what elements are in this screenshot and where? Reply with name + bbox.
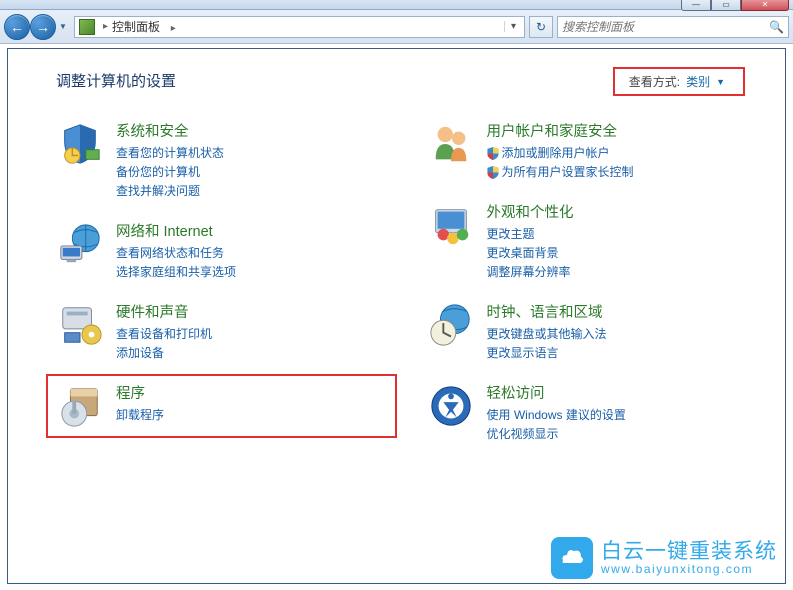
ease-of-access-icon <box>427 382 475 430</box>
breadcrumb-chevron-icon[interactable]: ▸ <box>99 21 112 32</box>
user-accounts-icon <box>427 120 475 168</box>
highlight-programs: 程序 卸载程序 <box>46 374 397 438</box>
hardware-icon <box>56 301 104 349</box>
category-clock-language: 时钟、语言和区域 更改键盘或其他输入法 更改显示语言 <box>427 301 758 362</box>
uac-shield-icon <box>487 147 499 160</box>
watermark-title: 白云一键重装系统 <box>601 540 777 563</box>
category-title[interactable]: 时钟、语言和区域 <box>487 301 607 322</box>
watermark-logo-icon <box>551 537 593 579</box>
navigation-bar: ← → ▼ ▸ 控制面板 ▸ ▾ ↻ 🔍 <box>0 10 793 44</box>
category-link[interactable]: 查看您的计算机状态 <box>116 144 224 162</box>
refresh-button[interactable]: ↻ <box>529 16 553 38</box>
category-title[interactable]: 网络和 Internet <box>116 220 236 241</box>
category-link[interactable]: 添加设备 <box>116 344 212 362</box>
back-button[interactable]: ← <box>4 14 30 40</box>
window-controls: — ▭ ✕ <box>681 0 789 11</box>
category-link[interactable]: 查找并解决问题 <box>116 182 224 200</box>
category-ease-of-access: 轻松访问 使用 Windows 建议的设置 优化视频显示 <box>427 382 758 443</box>
maximize-button[interactable]: ▭ <box>711 0 741 11</box>
category-appearance: 外观和个性化 更改主题 更改桌面背景 调整屏幕分辨率 <box>427 201 758 281</box>
chevron-down-icon: ▼ <box>716 77 725 87</box>
category-user-accounts: 用户帐户和家庭安全 添加或删除用户帐户 为所有用户设置家长控制 <box>427 120 758 181</box>
category-title[interactable]: 轻松访问 <box>487 382 626 403</box>
category-hardware-sound: 硬件和声音 查看设备和打印机 添加设备 <box>56 301 387 362</box>
category-column-left: 系统和安全 查看您的计算机状态 备份您的计算机 查找并解决问题 网络和 Inte… <box>56 120 387 443</box>
window-titlebar: — ▭ ✕ <box>0 0 793 10</box>
category-link[interactable]: 更改桌面背景 <box>487 244 574 262</box>
category-column-right: 用户帐户和家庭安全 添加或删除用户帐户 为所有用户设置家长控制 外观 <box>427 120 758 443</box>
category-title[interactable]: 程序 <box>116 382 164 403</box>
category-title[interactable]: 系统和安全 <box>116 120 224 141</box>
clock-region-icon <box>427 301 475 349</box>
category-link[interactable]: 查看网络状态和任务 <box>116 244 236 262</box>
category-link[interactable]: 选择家庭组和共享选项 <box>116 263 236 281</box>
forward-button[interactable]: → <box>30 14 56 40</box>
uac-shield-icon <box>487 166 499 179</box>
system-security-icon <box>56 120 104 168</box>
heading-row: 调整计算机的设置 查看方式: 类别 ▼ <box>56 67 757 96</box>
category-title[interactable]: 用户帐户和家庭安全 <box>487 120 634 141</box>
category-programs: 程序 卸载程序 <box>56 382 387 430</box>
view-mode-value: 类别 <box>686 73 710 90</box>
category-link[interactable]: 使用 Windows 建议的设置 <box>487 406 626 424</box>
history-dropdown-icon[interactable]: ▼ <box>56 17 70 37</box>
content-pane: 调整计算机的设置 查看方式: 类别 ▼ 系统和安全 查看您的计算机状态 备份您的… <box>7 48 786 584</box>
control-panel-icon <box>79 19 95 35</box>
search-input[interactable] <box>562 20 769 34</box>
category-grid: 系统和安全 查看您的计算机状态 备份您的计算机 查找并解决问题 网络和 Inte… <box>56 120 757 443</box>
search-icon[interactable]: 🔍 <box>769 20 784 34</box>
view-mode-selector[interactable]: 查看方式: 类别 ▼ <box>613 67 745 96</box>
category-link[interactable]: 更改键盘或其他输入法 <box>487 325 607 343</box>
breadcrumb-root[interactable]: 控制面板 ▸ <box>112 18 504 35</box>
programs-icon <box>56 382 104 430</box>
nav-arrow-group: ← → ▼ <box>4 14 70 40</box>
category-link[interactable]: 更改显示语言 <box>487 344 607 362</box>
search-box[interactable]: 🔍 <box>557 16 789 38</box>
category-link[interactable]: 调整屏幕分辨率 <box>487 263 574 281</box>
watermark: 白云一键重装系统 www.baiyunxitong.com <box>551 537 777 579</box>
minimize-button[interactable]: — <box>681 0 711 11</box>
network-icon <box>56 220 104 268</box>
category-title[interactable]: 硬件和声音 <box>116 301 212 322</box>
category-link[interactable]: 添加或删除用户帐户 <box>487 144 634 162</box>
category-link[interactable]: 卸载程序 <box>116 406 164 424</box>
view-mode-label: 查看方式: <box>629 73 680 90</box>
category-title[interactable]: 外观和个性化 <box>487 201 574 222</box>
address-bar[interactable]: ▸ 控制面板 ▸ ▾ <box>74 16 525 38</box>
watermark-url: www.baiyunxitong.com <box>601 563 777 576</box>
category-network-internet: 网络和 Internet 查看网络状态和任务 选择家庭组和共享选项 <box>56 220 387 281</box>
category-link[interactable]: 更改主题 <box>487 225 574 243</box>
category-system-security: 系统和安全 查看您的计算机状态 备份您的计算机 查找并解决问题 <box>56 120 387 200</box>
appearance-icon <box>427 201 475 249</box>
category-link[interactable]: 查看设备和打印机 <box>116 325 212 343</box>
category-link[interactable]: 备份您的计算机 <box>116 163 224 181</box>
close-button[interactable]: ✕ <box>741 0 789 11</box>
category-link[interactable]: 优化视频显示 <box>487 425 626 443</box>
category-link[interactable]: 为所有用户设置家长控制 <box>487 163 634 181</box>
address-dropdown-icon[interactable]: ▾ <box>504 21 522 32</box>
page-title: 调整计算机的设置 <box>56 70 613 91</box>
